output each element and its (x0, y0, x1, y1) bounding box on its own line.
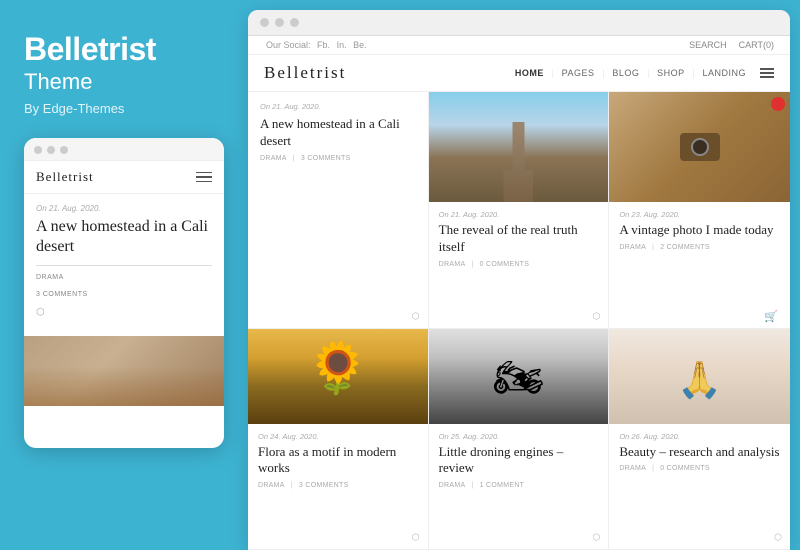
article-4-share-icon[interactable]: ⬡ (412, 532, 420, 543)
mobile-nav: Belletrist (24, 161, 224, 194)
article-1-content: On 21. Aug. 2020. A new homestead in a C… (248, 92, 428, 172)
article-4-meta: Drama | 3 Comments (258, 482, 418, 489)
article-4-title[interactable]: Flora as a motif in modern works (258, 444, 418, 478)
social-in[interactable]: In. (337, 40, 347, 50)
browser-dot-red (260, 18, 269, 27)
mobile-article-content: On 21. Aug. 2020. A new homestead in a C… (24, 194, 224, 328)
blog-grid: On 21. Aug. 2020. A new homestead in a C… (248, 92, 790, 550)
search-action[interactable]: SEARCH (689, 40, 727, 50)
nav-landing[interactable]: LANDING (696, 66, 752, 80)
mobile-mockup: Belletrist On 21. Aug. 2020. A new homes… (24, 138, 224, 448)
blog-article-3: On 23. Aug. 2020. A vintage photo I made… (609, 92, 790, 329)
theme-subtitle: Theme (24, 69, 224, 95)
social-fb[interactable]: Fb. (317, 40, 330, 50)
article-6-comments[interactable]: 0 Comments (660, 465, 710, 472)
article-6-meta: Drama | 0 Comments (619, 465, 780, 472)
desktop-mockup: Our Social: Fb. In. Be. SEARCH CART(0) B… (248, 10, 790, 550)
site-nav: HOME | PAGES | BLOG | SHOP | LANDING (509, 66, 774, 80)
left-panel: Belletrist Theme By Edge-Themes Belletri… (0, 0, 248, 550)
article-3-meta: Drama | 2 Comments (619, 244, 780, 251)
article-6-tag[interactable]: Drama (619, 465, 646, 472)
article-1-tag[interactable]: Drama (260, 155, 287, 162)
article-6-date: On 26. Aug. 2020. (619, 432, 780, 441)
theme-title: Belletrist (24, 32, 224, 67)
mobile-dot-2 (47, 146, 55, 154)
article-3-title[interactable]: A vintage photo I made today (619, 222, 780, 239)
mobile-article-comments: 3 Comments (36, 291, 88, 298)
article-1-title[interactable]: A new homestead in a Cali desert (260, 116, 416, 150)
blog-article-2: On 21. Aug. 2020. The reveal of the real… (429, 92, 610, 329)
blog-article-1: On 21. Aug. 2020. A new homestead in a C… (248, 92, 429, 329)
cart-action[interactable]: CART(0) (739, 40, 774, 50)
article-5-image (429, 329, 609, 424)
article-4-content: On 24. Aug. 2020. Flora as a motif in mo… (248, 424, 428, 496)
social-label: Our Social: (266, 40, 311, 50)
site-header: Belletrist HOME | PAGES | BLOG | SHOP | … (248, 55, 790, 92)
mobile-article-tag: Drama (36, 274, 212, 281)
article-2-date: On 21. Aug. 2020. (439, 210, 599, 219)
article-2-content: On 21. Aug. 2020. The reveal of the real… (429, 202, 609, 274)
mobile-dot-1 (34, 146, 42, 154)
article-3-image (609, 92, 790, 202)
article-3-content: On 23. Aug. 2020. A vintage photo I made… (609, 202, 790, 257)
blog-article-5: On 25. Aug. 2020. Little droning engines… (429, 329, 610, 550)
article-5-share-icon[interactable]: ⬡ (592, 532, 600, 543)
article-1-comments[interactable]: 3 Comments (301, 155, 351, 162)
article-5-date: On 25. Aug. 2020. (439, 432, 599, 441)
browser-dot-green (290, 18, 299, 27)
theme-byline: By Edge-Themes (24, 101, 224, 116)
camera-lens (691, 138, 709, 156)
article-2-meta: Drama | 0 Comments (439, 261, 599, 268)
article-1-meta: Drama | 3 Comments (260, 155, 416, 162)
mobile-hamburger-icon[interactable] (196, 172, 212, 183)
notification-dot (771, 97, 785, 111)
article-3-date: On 23. Aug. 2020. (619, 210, 780, 219)
mobile-dot-3 (60, 146, 68, 154)
nav-hamburger-icon[interactable] (760, 68, 774, 78)
article-4-image (248, 329, 428, 424)
blog-article-4: On 24. Aug. 2020. Flora as a motif in mo… (248, 329, 429, 550)
article-6-content: On 26. Aug. 2020. Beauty – research and … (609, 424, 790, 479)
article-1-date: On 21. Aug. 2020. (260, 102, 416, 111)
article-5-tag[interactable]: Drama (439, 482, 466, 489)
nav-pages[interactable]: PAGES (556, 66, 601, 80)
browser-chrome (248, 10, 790, 36)
article-2-image (429, 92, 609, 202)
article-5-comments[interactable]: 1 Comment (480, 482, 525, 489)
mobile-share-icon[interactable]: ⬡ (36, 307, 212, 318)
cart-icon[interactable]: 🛒 (764, 310, 778, 323)
article-6-title[interactable]: Beauty – research and analysis (619, 444, 780, 461)
site-topbar: Our Social: Fb. In. Be. SEARCH CART(0) (248, 36, 790, 55)
article-2-comments[interactable]: 0 Comments (480, 261, 530, 268)
social-be[interactable]: Be. (353, 40, 367, 50)
mobile-divider (36, 265, 212, 266)
article-4-tag[interactable]: Drama (258, 482, 285, 489)
nav-blog[interactable]: BLOG (606, 66, 645, 80)
article-1-share-icon[interactable]: ⬡ (412, 311, 420, 322)
article-3-comments[interactable]: 2 Comments (660, 244, 710, 251)
nav-home[interactable]: HOME (509, 66, 550, 80)
browser-dot-yellow (275, 18, 284, 27)
article-4-comments[interactable]: 3 Comments (299, 482, 349, 489)
site-logo[interactable]: Belletrist (264, 63, 346, 83)
article-5-title[interactable]: Little droning engines – review (439, 444, 599, 478)
social-links: Our Social: Fb. In. Be. (264, 40, 369, 50)
mobile-article-image (24, 336, 224, 406)
article-3-tag[interactable]: Drama (619, 244, 646, 251)
article-4-date: On 24. Aug. 2020. (258, 432, 418, 441)
article-5-meta: Drama | 1 Comment (439, 482, 599, 489)
article-2-share-icon[interactable]: ⬡ (592, 311, 600, 322)
article-6-image (609, 329, 790, 424)
blog-article-6: On 26. Aug. 2020. Beauty – research and … (609, 329, 790, 550)
mobile-logo: Belletrist (36, 169, 94, 185)
article-6-share-icon[interactable]: ⬡ (774, 532, 782, 543)
mobile-article-date: On 21. Aug. 2020. (36, 204, 212, 213)
mobile-article-title: A new homestead in a Cali desert (36, 217, 212, 257)
mobile-browser-dots (24, 138, 224, 161)
nav-shop[interactable]: SHOP (651, 66, 691, 80)
article-5-content: On 25. Aug. 2020. Little droning engines… (429, 424, 609, 496)
article-2-tag[interactable]: Drama (439, 261, 466, 268)
article-2-title[interactable]: The reveal of the real truth itself (439, 222, 599, 256)
site-actions: SEARCH CART(0) (689, 40, 774, 50)
